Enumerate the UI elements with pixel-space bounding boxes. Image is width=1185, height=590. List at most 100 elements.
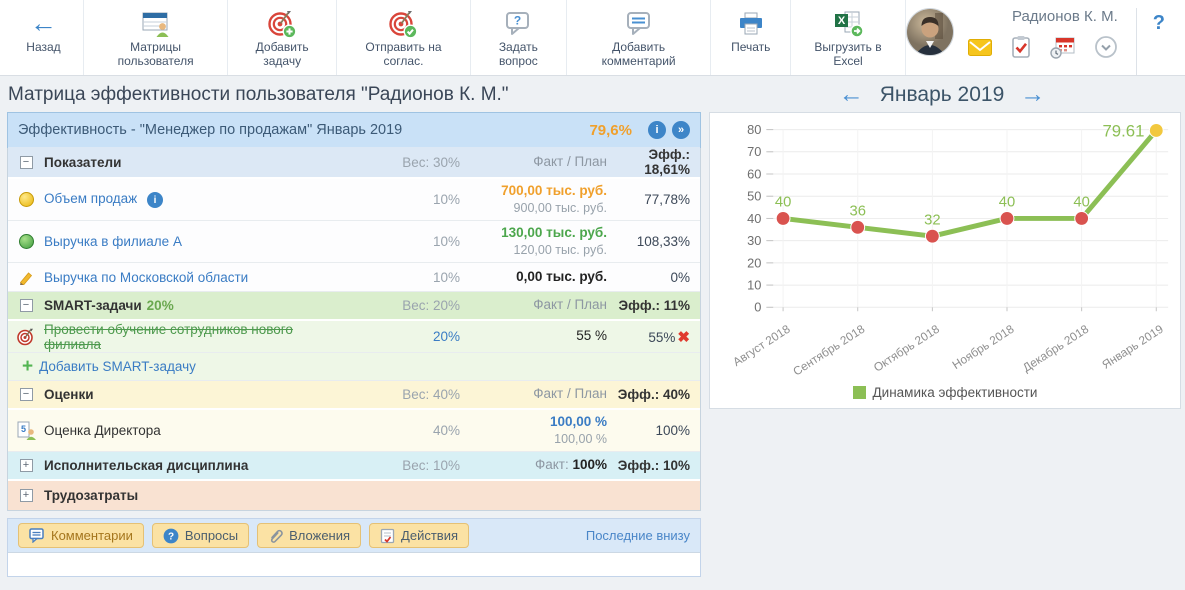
comments-button[interactable]: Комментарии (18, 523, 144, 548)
kpi-weight: 10% (340, 234, 460, 249)
send-for-approval-button[interactable]: Отправить на соглас. (337, 0, 471, 75)
target-check-icon (388, 7, 418, 41)
svg-text:10: 10 (747, 278, 761, 293)
help-button[interactable]: ? (1136, 8, 1181, 75)
section-fact-value: 100% (572, 457, 607, 472)
kpi-link[interactable]: Объем продаж (44, 191, 137, 206)
svg-text:20: 20 (747, 255, 761, 270)
delete-task-icon[interactable]: ✖ (677, 329, 690, 346)
grade-name: Оценка Директора (44, 423, 340, 438)
add-task-button[interactable]: Добавить задачу (228, 0, 337, 75)
section-label: Показатели (44, 155, 340, 170)
section-fact-label: Факт: (535, 457, 569, 472)
svg-text:40: 40 (747, 211, 761, 226)
back-button[interactable]: ← Назад (4, 0, 84, 75)
plus-icon: + (22, 357, 33, 376)
expand-icon[interactable]: + (20, 489, 33, 502)
grade-icon: 5 (8, 421, 44, 440)
section-eff: Эфф.: 10% (615, 458, 700, 473)
efficiency-line-chart: 01020304050607080Август 2018Сентябрь 201… (712, 117, 1178, 387)
expand-icon[interactable]: + (20, 459, 33, 472)
avatar[interactable] (906, 8, 954, 56)
mail-icon[interactable] (968, 39, 992, 56)
actions-doc-icon (380, 528, 395, 544)
questions-button[interactable]: ? Вопросы (152, 523, 249, 548)
kpi-link[interactable]: Выручка по Московской области (44, 270, 248, 285)
print-label: Печать (731, 41, 770, 55)
info-icon[interactable]: i (648, 121, 666, 139)
row-sales-volume: Объем продаж i 10% 700,00 тыс. руб. 900,… (8, 179, 700, 221)
print-button[interactable]: Печать (711, 0, 791, 75)
svg-text:36: 36 (849, 203, 865, 219)
page-title: Матрица эффективности пользователя "Ради… (8, 84, 703, 106)
smart-task-weight[interactable]: 20% (433, 329, 460, 344)
grade-fact[interactable]: 100,00 % (550, 414, 607, 429)
svg-text:79.61: 79.61 (1102, 121, 1144, 140)
svg-text:Декабрь 2018: Декабрь 2018 (1020, 322, 1091, 375)
add-comment-button[interactable]: Добавить комментарий (567, 0, 711, 75)
kpi-info-icon[interactable]: i (147, 192, 163, 208)
kpi-plan: 120,00 тыс. руб. (514, 243, 607, 257)
section-smart[interactable]: − SMART-задачи20% Вес: 20% Факт / План Э… (8, 292, 700, 321)
section-labor[interactable]: + Трудозатраты (8, 481, 700, 510)
kpi-fact[interactable]: 130,00 тыс. руб. (501, 225, 607, 240)
grade-plan: 100,00 % (554, 432, 607, 446)
attachments-button[interactable]: Вложения (257, 523, 361, 548)
actions-label: Действия (401, 528, 458, 543)
kpi-plan: 900,00 тыс. руб. (514, 201, 607, 215)
kpi-weight: 10% (340, 270, 460, 285)
svg-text:Август 2018: Август 2018 (730, 322, 793, 369)
next-month-arrow-icon[interactable]: → (1020, 82, 1045, 107)
kpi-weight: 10% (340, 192, 460, 207)
question-bubble-icon: ? (505, 7, 531, 41)
row-director-grade: 5 Оценка Директора 40% 100,00 % 100,00 %… (8, 410, 700, 452)
section-discipline[interactable]: + Исполнительская дисциплина Вес: 10% Фа… (8, 452, 700, 481)
comments-empty-area (8, 552, 700, 576)
kpi-link[interactable]: Выручка в филиале А (44, 234, 182, 249)
section-grades[interactable]: − Оценки Вес: 40% Факт / План Эфф.: 40% (8, 381, 700, 410)
actions-button[interactable]: Действия (369, 523, 469, 548)
tasks-clipboard-icon[interactable] (1010, 35, 1032, 59)
section-weight: Вес: 30% (340, 155, 460, 170)
section-weight: Вес: 20% (340, 298, 460, 313)
back-label: Назад (26, 41, 60, 55)
expand-panel-icon[interactable]: » (672, 121, 690, 139)
legend-label: Динамика эффективности (873, 385, 1038, 400)
svg-text:40: 40 (1073, 195, 1089, 211)
user-matrices-label: Матрицы пользователя (92, 41, 219, 69)
excel-icon: X (832, 7, 864, 41)
kpi-fact[interactable]: 700,00 тыс. руб. (501, 183, 607, 198)
svg-text:50: 50 (747, 189, 761, 204)
latest-at-bottom-link[interactable]: Последние внизу (586, 528, 690, 543)
export-excel-button[interactable]: X Выгрузить в Excel (791, 0, 906, 75)
section-label: SMART-задачи (44, 298, 142, 313)
questions-label: Вопросы (185, 528, 238, 543)
row-branch-revenue: Выручка в филиале А 10% 130,00 тыс. руб.… (8, 221, 700, 263)
kpi-fact[interactable]: 0,00 тыс. руб. (516, 269, 607, 284)
target-plus-icon (267, 7, 297, 41)
kpi-eff: 77,78% (615, 192, 700, 207)
ask-question-button[interactable]: ? Задать вопрос (471, 0, 567, 75)
section-weight: Вес: 10% (340, 458, 460, 473)
smart-task-link[interactable]: Провести обучение сотрудников нового фил… (44, 322, 293, 352)
row-smart-task: Провести обучение сотрудников нового фил… (8, 321, 700, 353)
row-add-smart-task[interactable]: + Добавить SMART-задачу (8, 353, 700, 381)
section-indicators[interactable]: − Показатели Вес: 30% Факт / План Эфф.: … (8, 147, 700, 179)
section-eff: Эфф.: 11% (615, 298, 700, 313)
calendar-clock-icon[interactable] (1050, 35, 1076, 59)
prev-month-arrow-icon[interactable]: ← (839, 82, 864, 107)
add-smart-task-link[interactable]: Добавить SMART-задачу (39, 359, 196, 374)
toolbar-user-area: Радионов К. М. ? (906, 0, 1181, 75)
chevron-down-icon[interactable] (1094, 35, 1118, 59)
collapse-icon[interactable]: − (20, 299, 33, 312)
ask-question-label: Задать вопрос (479, 41, 558, 69)
svg-text:40: 40 (999, 195, 1015, 211)
user-matrices-button[interactable]: Матрицы пользователя (84, 0, 228, 75)
collapse-icon[interactable]: − (20, 388, 33, 401)
grade-weight: 40% (340, 423, 460, 438)
section-eff: Эфф.: 18,61% (615, 147, 700, 177)
collapse-icon[interactable]: − (20, 156, 33, 169)
matrix-header: Эффективность - "Менеджер по продажам" Я… (7, 112, 701, 148)
month-label: Январь 2019 (880, 83, 1005, 107)
smart-task-eff: 55% (648, 330, 675, 345)
